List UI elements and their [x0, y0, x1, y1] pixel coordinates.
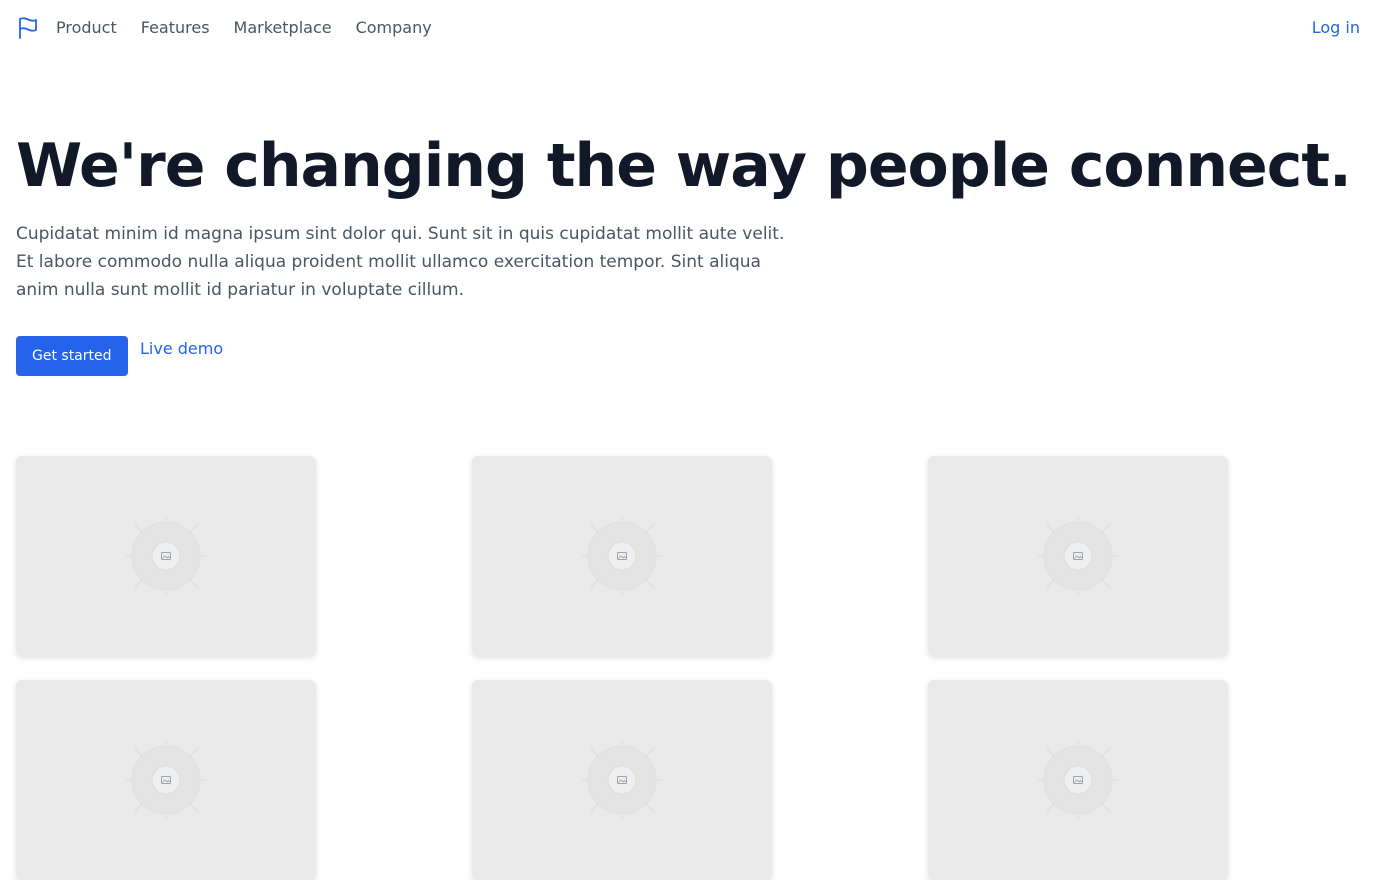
flag-icon[interactable]	[16, 16, 40, 40]
nav-link-features[interactable]: Features	[141, 17, 210, 39]
image-card[interactable]	[928, 456, 1228, 656]
hero-description-line: Et labore commodo nulla aliqua proident …	[16, 252, 761, 272]
image-placeholder-icon	[582, 740, 662, 820]
top-nav: Product Features Marketplace Company Log…	[0, 0, 1376, 56]
nav-link-marketplace[interactable]: Marketplace	[234, 17, 332, 39]
image-card[interactable]	[472, 456, 772, 656]
image-placeholder-icon	[126, 516, 206, 596]
hero-description: Cupidatat minim id magna ipsum sint dolo…	[16, 220, 806, 304]
get-started-button[interactable]: Get started	[16, 336, 128, 376]
image-placeholder-icon	[126, 740, 206, 820]
hero-description-line: Cupidatat minim id magna ipsum sint dolo…	[16, 224, 785, 244]
image-card[interactable]	[16, 680, 316, 880]
image-placeholder-icon	[1038, 740, 1118, 820]
image-placeholder-icon	[1038, 516, 1118, 596]
hero-description-line: anim nulla sunt mollit id pariatur in vo…	[16, 280, 464, 300]
image-card[interactable]	[16, 456, 316, 656]
nav-link-company[interactable]: Company	[356, 17, 432, 39]
image-card[interactable]	[472, 680, 772, 880]
nav-links: Product Features Marketplace Company	[56, 17, 432, 39]
image-placeholder-icon	[582, 516, 662, 596]
image-card[interactable]	[928, 680, 1228, 880]
nav-link-product[interactable]: Product	[56, 17, 117, 39]
live-demo-link[interactable]: Live demo	[140, 338, 223, 360]
hero-title: We're changing the way people connect.	[16, 131, 1352, 201]
login-link[interactable]: Log in	[1312, 17, 1360, 39]
